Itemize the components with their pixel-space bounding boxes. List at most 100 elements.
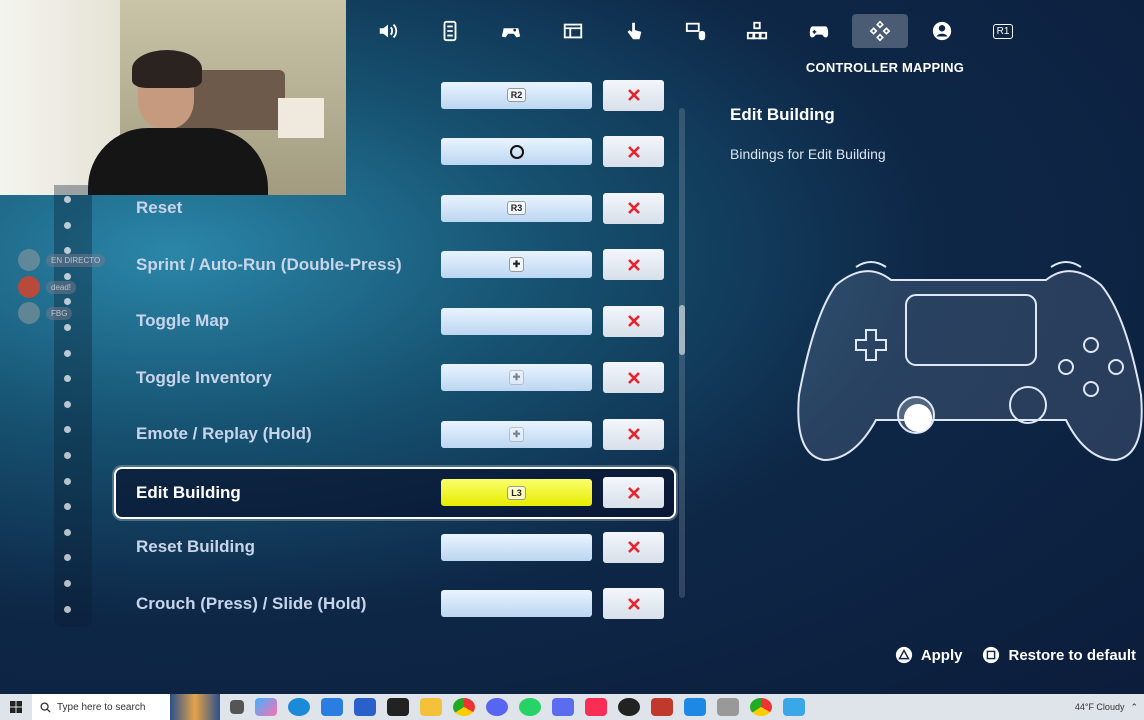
app-icon[interactable] — [354, 698, 376, 716]
binding-label: Reset — [136, 198, 183, 217]
remove-binding-button[interactable] — [603, 249, 664, 280]
app-icon[interactable] — [651, 698, 673, 716]
rail-dot — [64, 400, 71, 408]
binding-key-button[interactable] — [441, 138, 592, 165]
page-title: CONTROLLER MAPPING — [805, 60, 965, 75]
binding-key-button[interactable]: ✚ — [441, 251, 592, 278]
binding-row[interactable]: Toggle Inventory ✚ — [116, 354, 674, 402]
store-icon[interactable] — [321, 698, 343, 716]
close-icon — [627, 202, 640, 214]
tab-controller-mapping[interactable] — [852, 14, 908, 48]
binding-key-button[interactable] — [441, 307, 592, 335]
apply-button[interactable]: Apply — [895, 646, 962, 664]
chat-tag: FBG — [46, 306, 73, 320]
binding-label: Toggle Inventory — [136, 367, 272, 387]
binding-row[interactable]: Reset R3 — [116, 184, 674, 232]
tab-hud[interactable] — [729, 14, 785, 48]
tab-keyboard-mouse[interactable] — [668, 14, 724, 48]
epic-games-icon[interactable] — [387, 698, 409, 716]
discord-icon[interactable] — [486, 698, 508, 716]
search-highlight-image — [170, 694, 220, 720]
music-icon[interactable] — [585, 698, 607, 716]
binding-key-button[interactable]: ✚ — [441, 420, 592, 448]
binding-row[interactable]: Crouch (Press) / Slide (Hold) — [116, 580, 674, 628]
binding-row[interactable]: Sprint / Auto-Run (Double-Press) ✚ — [116, 241, 674, 289]
binding-row[interactable] — [116, 128, 674, 176]
settings-tabs: R1 — [360, 14, 1037, 50]
touch-hand-icon — [627, 22, 642, 40]
chevron-up-icon[interactable]: ⌃ — [1130, 702, 1138, 713]
gamepad-mapping-icon — [869, 20, 891, 42]
remove-binding-button[interactable] — [603, 192, 664, 224]
restore-default-button[interactable]: Restore to default — [982, 646, 1136, 664]
rail-dot — [64, 477, 71, 485]
account-icon — [932, 21, 951, 41]
list-scrollbar-thumb[interactable] — [679, 305, 685, 355]
binding-row[interactable]: Reset Building — [116, 523, 674, 571]
rail-dot — [64, 605, 71, 613]
edge-icon[interactable] — [288, 698, 310, 716]
binding-row[interactable]: Toggle Map — [116, 297, 674, 345]
keyboard-mouse-icon — [685, 22, 705, 41]
chrome-icon[interactable] — [453, 698, 475, 716]
remove-binding-button[interactable] — [603, 477, 664, 508]
app-icon[interactable] — [717, 698, 739, 716]
tab-game-ui[interactable] — [545, 14, 601, 48]
binding-key-button[interactable]: R3 — [441, 194, 592, 222]
remove-binding-button[interactable] — [603, 418, 664, 450]
obs-icon[interactable] — [618, 698, 640, 716]
remove-binding-button[interactable] — [603, 362, 664, 393]
close-icon — [627, 371, 640, 384]
window-icon — [563, 23, 582, 39]
chat-tag: dead! — [46, 280, 77, 294]
rail-dot — [64, 324, 71, 331]
close-icon — [627, 486, 640, 499]
dpad-icon: ✚ — [508, 426, 525, 442]
remove-binding-button[interactable] — [603, 79, 664, 111]
binding-row[interactable]: Emote / Replay (Hold) ✚ — [116, 410, 674, 458]
button-glyph-icon: L3 — [507, 485, 526, 500]
copilot-icon[interactable] — [255, 698, 277, 716]
binding-row[interactable]: Edit Building L3 — [114, 466, 676, 519]
tab-audio[interactable] — [360, 14, 416, 48]
tab-input[interactable] — [483, 14, 539, 48]
tab-controller[interactable] — [791, 14, 847, 48]
binding-row[interactable]: R2 — [116, 71, 674, 119]
remove-binding-button[interactable] — [603, 136, 664, 167]
binding-key-button[interactable] — [441, 590, 592, 617]
chat-tag: EN DIRECTO — [46, 253, 106, 267]
rail-dot — [64, 528, 71, 536]
stream-chat-row: dead! — [18, 276, 77, 298]
binding-key-button[interactable]: L3 — [441, 479, 592, 506]
task-view-icon[interactable] — [230, 700, 244, 714]
search-placeholder: Type here to search — [57, 701, 146, 713]
tab-account[interactable] — [914, 14, 970, 48]
chrome-icon[interactable] — [750, 698, 772, 716]
taskbar-search-field[interactable]: Type here to search — [32, 694, 170, 720]
remove-binding-button[interactable] — [603, 531, 664, 563]
r1-icon: R1 — [992, 23, 1014, 39]
tab-touch[interactable] — [606, 14, 662, 48]
weather-status[interactable]: 44°F Cloudy — [1075, 702, 1125, 712]
rail-dot — [64, 580, 71, 587]
button-glyph-icon: R2 — [506, 88, 527, 102]
binding-label: Reset Building — [136, 537, 256, 556]
close-icon — [627, 597, 640, 610]
fortnite-icon[interactable] — [783, 698, 805, 716]
avatar — [18, 276, 40, 298]
remove-binding-button[interactable] — [603, 305, 664, 337]
binding-key-button[interactable]: ✚ — [441, 364, 592, 391]
file-explorer-icon[interactable] — [420, 698, 442, 716]
search-icon — [40, 701, 51, 713]
blocks-icon — [746, 21, 768, 40]
app-icon[interactable] — [552, 698, 574, 716]
whatsapp-icon[interactable] — [519, 698, 541, 716]
app-icon[interactable] — [684, 698, 706, 716]
binding-key-button[interactable]: R2 — [441, 81, 592, 109]
info-title: Edit Building — [730, 105, 835, 124]
tab-next-r1[interactable]: R1 — [975, 14, 1031, 48]
remove-binding-button[interactable] — [603, 588, 664, 619]
binding-key-button[interactable] — [441, 533, 592, 561]
start-button[interactable] — [0, 694, 32, 720]
tab-accessibility[interactable] — [422, 14, 478, 48]
